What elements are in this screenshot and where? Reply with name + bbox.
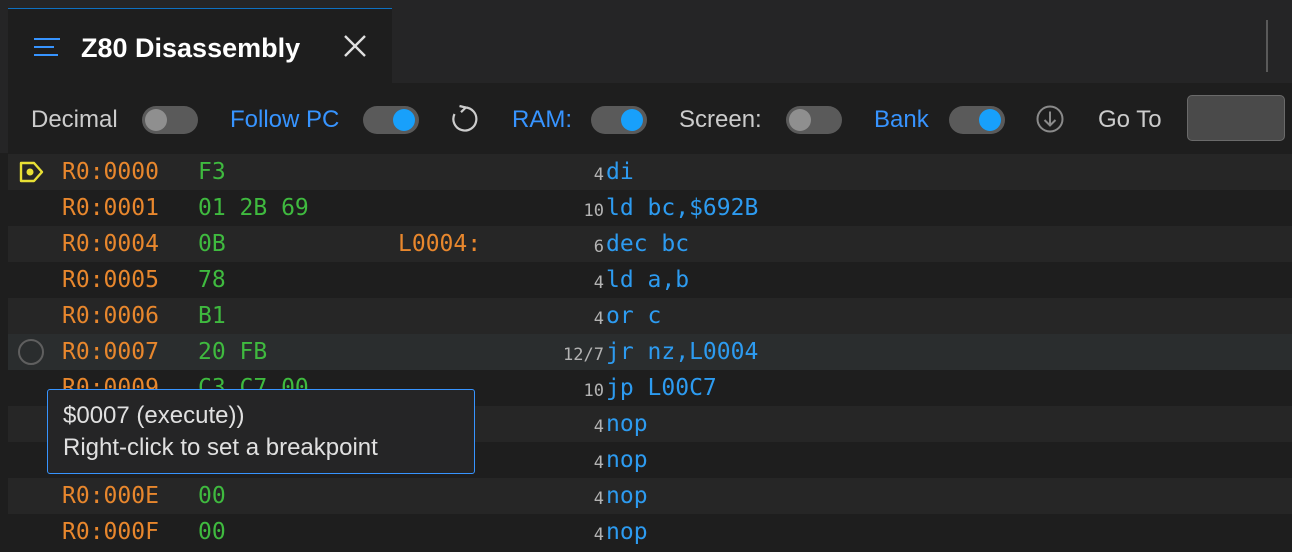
tab-title: Z80 Disassembly [81, 33, 301, 63]
instruction: dec bc [606, 231, 690, 257]
code-label: L0004: [398, 231, 482, 257]
opcode-bytes: 00 [198, 519, 226, 545]
cycle-count: 12/7 [563, 345, 604, 365]
cycle-count: 4 [593, 453, 604, 473]
instruction: nop [606, 411, 648, 437]
pc-arrow-icon[interactable] [19, 161, 45, 183]
table-row[interactable]: R0:0004 0B L0004: 6 dec bc [8, 226, 1292, 262]
tooltip-address-line: $0007 (execute)) [63, 402, 245, 429]
ram-toggle[interactable] [591, 106, 647, 134]
cycle-count: 10 [583, 381, 604, 401]
instruction: nop [606, 519, 648, 545]
opcode-bytes: F3 [198, 159, 226, 185]
cycle-count: 4 [593, 273, 604, 293]
decimal-toggle[interactable] [142, 106, 198, 134]
address: R0:000F [62, 519, 159, 545]
bank-toggle[interactable] [949, 106, 1005, 134]
tab-z80-disassembly[interactable]: Z80 Disassembly [8, 8, 392, 83]
follow-pc-toggle[interactable] [363, 106, 419, 134]
cycle-count: 4 [593, 309, 604, 329]
ram-label: RAM: [512, 106, 572, 133]
divider [1266, 20, 1268, 72]
cycle-count: 4 [593, 417, 604, 437]
close-icon[interactable] [342, 33, 368, 59]
instruction: jr nz,L0004 [606, 339, 759, 365]
tooltip-hint-line: Right-click to set a breakpoint [63, 434, 378, 461]
instruction: nop [606, 447, 648, 473]
instruction: di [606, 159, 634, 185]
table-row[interactable]: R0:0007 20 FB 12/7 jr nz,L0004 [8, 334, 1292, 370]
decimal-label: Decimal [31, 106, 118, 133]
opcode-bytes: 0B [198, 231, 226, 257]
address: R0:0007 [62, 339, 159, 365]
screen-toggle[interactable] [786, 106, 842, 134]
address: R0:0005 [62, 267, 159, 293]
opcode-bytes: 01 2B 69 [198, 195, 309, 221]
instruction: or c [606, 303, 662, 329]
address: R0:0004 [62, 231, 159, 257]
cycle-count: 6 [593, 237, 604, 257]
instruction: ld a,b [606, 267, 690, 293]
address: R0:0000 [62, 159, 159, 185]
table-row[interactable]: R0:000E 00 4 nop [8, 478, 1292, 514]
cycle-count: 10 [583, 201, 604, 221]
disassembly-listing: R0:0000 F3 4 di R0:0001 01 2B 69 10 ld b… [8, 154, 1292, 552]
opcode-bytes: 20 FB [198, 339, 268, 365]
table-row[interactable]: R0:0006 B1 4 or c [8, 298, 1292, 334]
screen-label: Screen: [679, 106, 762, 133]
breakpoint-circle-icon[interactable] [18, 339, 44, 365]
arrow-down-circle-icon[interactable] [1034, 103, 1066, 135]
breakpoint-tooltip: $0007 (execute)) Right-click to set a br… [47, 389, 475, 474]
lines-icon [34, 38, 60, 56]
cycle-count: 4 [593, 489, 604, 509]
opcode-bytes: 78 [198, 267, 226, 293]
opcode-bytes: B1 [198, 303, 226, 329]
instruction: nop [606, 483, 648, 509]
bank-label: Bank [874, 106, 929, 133]
instruction: ld bc,$692B [606, 195, 759, 221]
table-row[interactable]: R0:0001 01 2B 69 10 ld bc,$692B [8, 190, 1292, 226]
table-row[interactable]: R0:0000 F3 4 di [8, 154, 1292, 190]
address: R0:0001 [62, 195, 159, 221]
instruction: jp L00C7 [606, 375, 717, 401]
address: R0:0006 [62, 303, 159, 329]
disassembly-toolbar: Decimal Follow PC RAM: Screen: Bank Go T… [0, 83, 1292, 153]
cycle-count: 4 [593, 525, 604, 545]
goto-input[interactable] [1187, 95, 1285, 141]
editor-tab-bar: Z80 Disassembly [0, 0, 1292, 83]
address: R0:000E [62, 483, 159, 509]
table-row[interactable]: R0:000F 00 4 nop [8, 514, 1292, 550]
goto-label: Go To [1098, 106, 1162, 133]
refresh-icon[interactable] [449, 103, 481, 135]
opcode-bytes: 00 [198, 483, 226, 509]
table-row[interactable]: R0:0005 78 4 ld a,b [8, 262, 1292, 298]
cycle-count: 4 [593, 165, 604, 185]
follow-pc-label: Follow PC [230, 106, 340, 133]
